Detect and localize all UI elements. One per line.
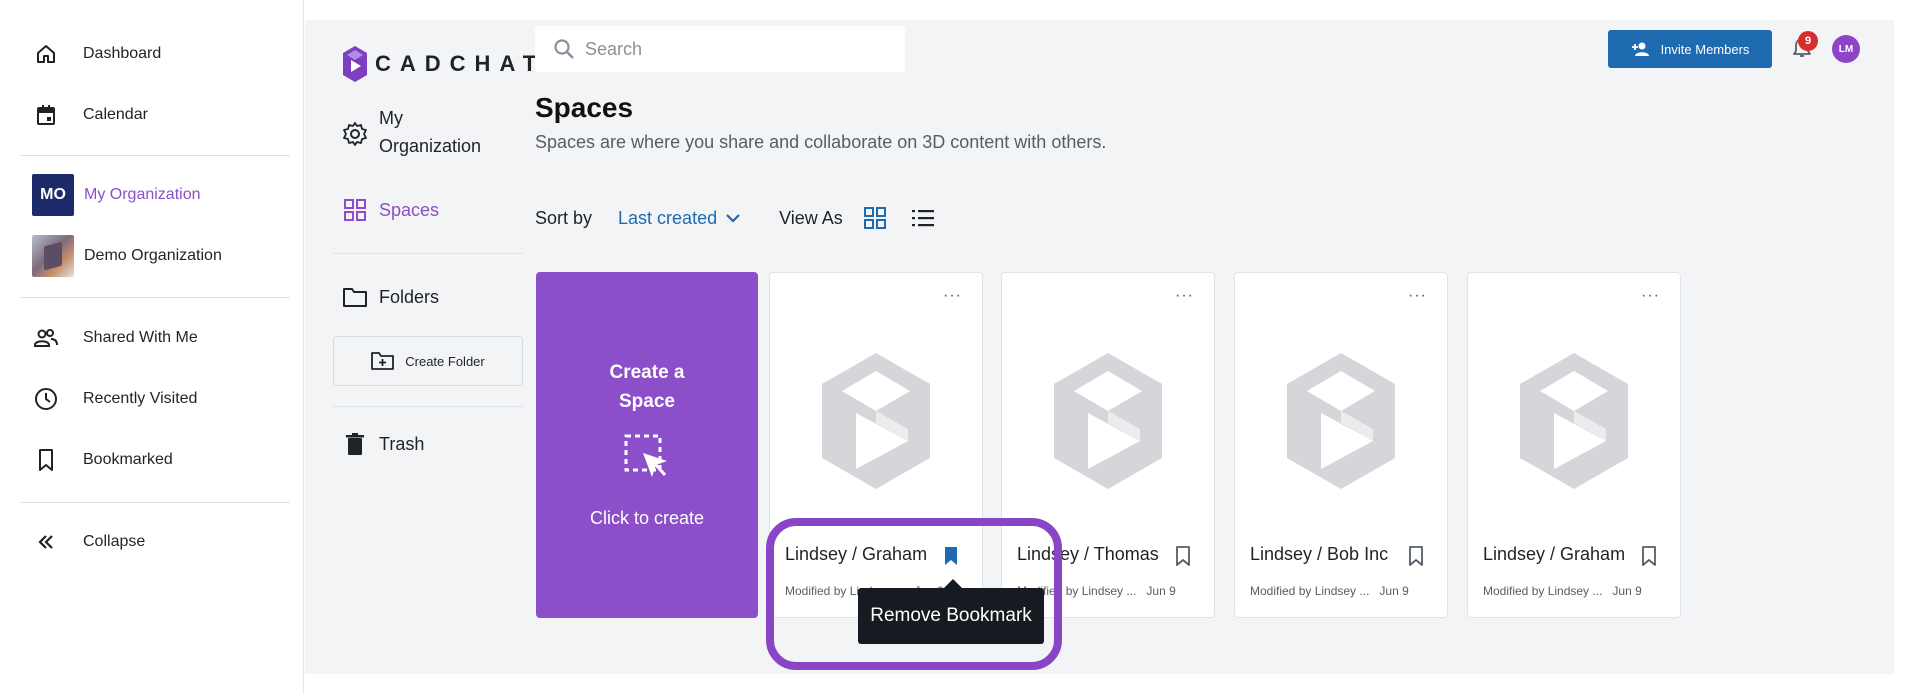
more-options-icon[interactable]: ··· — [1408, 287, 1427, 305]
sort-value: Last created — [618, 207, 718, 228]
grid-view-button[interactable] — [863, 206, 887, 230]
bookmark-icon — [32, 446, 60, 474]
space-meta: Modified by Lindsey ... Jun 9 — [1250, 584, 1440, 598]
grid-view-icon — [863, 207, 886, 229]
grid-icon — [341, 196, 369, 224]
create-space-title-line: Create a — [609, 362, 685, 383]
modified-date: Jun 9 — [1379, 584, 1409, 598]
sidebar-divider — [20, 502, 290, 503]
brand-logo[interactable]: CADCHAT — [343, 46, 545, 82]
trash-icon — [341, 430, 369, 458]
space-thumbnail-icon — [1285, 351, 1397, 496]
page-title: Spaces — [535, 92, 634, 123]
sidebar-item-calendar[interactable]: Calendar — [32, 95, 148, 135]
nav-item-label: Trash — [379, 433, 425, 454]
nav-item-label: My Organization — [379, 108, 482, 156]
view-as-label: View As — [779, 207, 843, 228]
list-view-button[interactable] — [911, 207, 935, 229]
nav-item-my-organization[interactable]: My Organization — [341, 104, 489, 160]
calendar-icon — [32, 101, 60, 129]
create-space-subtitle: Click to create — [589, 508, 705, 528]
space-meta: Modified by Lindsey ... Jun 9 — [1483, 584, 1673, 598]
notification-count-badge: 9 — [1798, 31, 1818, 51]
sidebar-item-label: Collapse — [83, 533, 146, 550]
add-person-icon — [1631, 41, 1651, 57]
nav-divider — [333, 406, 523, 407]
clock-icon — [32, 385, 60, 413]
sidebar-item-collapse[interactable]: Collapse — [32, 522, 145, 562]
sort-dropdown[interactable]: Last created — [618, 208, 741, 229]
gear-icon — [341, 120, 369, 148]
space-thumbnail-icon — [1518, 351, 1630, 496]
sidebar-item-dashboard[interactable]: Dashboard — [32, 34, 161, 74]
double-chevron-left-icon — [32, 528, 60, 556]
nav-item-label: Folders — [379, 286, 440, 307]
space-card[interactable]: ··· Lindsey / Graham Modified by Lindsey… — [1467, 272, 1681, 618]
invite-members-label: Invite Members — [1660, 41, 1750, 57]
sort-label: Sort by — [535, 207, 593, 228]
search-bar[interactable] — [535, 26, 905, 72]
create-space-title: Create a Space — [536, 358, 758, 416]
people-icon — [32, 324, 60, 352]
sidebar-item-my-organization[interactable]: MO My Organization — [32, 174, 201, 216]
nav-item-label: Spaces — [379, 199, 440, 220]
sidebar-item-demo-organization[interactable]: Demo Organization — [32, 235, 222, 277]
chevron-down-icon — [725, 213, 741, 223]
home-icon — [32, 40, 60, 68]
space-thumbnail-icon — [1052, 351, 1164, 496]
folder-plus-icon — [371, 351, 395, 371]
modified-by: Modified by Lindsey ... — [1250, 584, 1370, 598]
nav-item-trash[interactable]: Trash — [341, 430, 424, 458]
remove-bookmark-tooltip: Remove Bookmark — [858, 579, 1044, 644]
space-name: Lindsey / Graham — [1483, 544, 1626, 564]
nav-item-folders[interactable]: Folders — [341, 283, 439, 311]
brand-name: CADCHAT — [375, 51, 546, 76]
sidebar-item-label: Demo Organization — [84, 247, 222, 264]
nav-item-spaces[interactable]: Spaces — [341, 196, 439, 224]
user-avatar[interactable]: LM — [1832, 35, 1860, 63]
space-name: Lindsey / Bob Inc — [1250, 544, 1389, 564]
more-options-icon[interactable]: ··· — [943, 287, 962, 305]
select-cursor-icon — [623, 433, 671, 486]
sidebar-item-bookmarked[interactable]: Bookmarked — [32, 440, 173, 480]
org-badge: MO — [32, 174, 74, 216]
modified-by: Modified by Lindsey ... — [1483, 584, 1603, 598]
sidebar-divider — [20, 297, 290, 298]
create-space-title-line: Space — [619, 391, 675, 412]
org-thumbnail — [32, 235, 74, 277]
sidebar-item-label: Recently Visited — [83, 390, 198, 407]
nav-divider — [333, 253, 523, 254]
sidebar: Dashboard Calendar MO My Organization De… — [0, 0, 304, 694]
bookmark-outline-icon[interactable] — [1640, 545, 1658, 567]
app-root: Dashboard Calendar MO My Organization De… — [0, 0, 1914, 694]
sidebar-item-label: Calendar — [83, 106, 148, 123]
sort-view-toolbar: Sort by Last created View As — [535, 206, 935, 230]
create-folder-button[interactable]: Create Folder — [333, 336, 523, 386]
page-subtitle: Spaces are where you share and collabora… — [535, 132, 1107, 152]
more-options-icon[interactable]: ··· — [1641, 287, 1660, 305]
secondary-nav: CADCHAT My Organization Spaces Folders C… — [305, 20, 536, 674]
space-card[interactable]: ··· Lindsey / Bob Inc Modified by Lindse… — [1234, 272, 1448, 618]
list-view-icon — [911, 210, 934, 227]
sidebar-item-recently-visited[interactable]: Recently Visited — [32, 379, 197, 419]
bookmark-outline-icon[interactable] — [1407, 545, 1425, 567]
sidebar-item-shared-with-me[interactable]: Shared With Me — [32, 318, 198, 358]
more-options-icon[interactable]: ··· — [1175, 287, 1194, 305]
search-icon — [553, 38, 575, 60]
cadchat-logo-icon — [343, 46, 367, 82]
sidebar-divider — [20, 155, 290, 156]
sidebar-item-label: Dashboard — [83, 45, 162, 62]
create-folder-label: Create Folder — [405, 353, 485, 369]
invite-members-button[interactable]: Invite Members — [1608, 30, 1772, 68]
modified-date: Jun 9 — [1146, 584, 1176, 598]
sidebar-item-label: My Organization — [84, 186, 201, 203]
space-thumbnail-icon — [820, 351, 932, 496]
bookmark-outline-icon[interactable] — [1174, 545, 1192, 567]
folder-icon — [341, 283, 369, 311]
modified-date: Jun 9 — [1612, 584, 1642, 598]
create-space-card[interactable]: Create a Space Click to create — [536, 272, 758, 618]
search-input[interactable] — [585, 38, 885, 60]
sidebar-item-label: Shared With Me — [83, 329, 198, 346]
sidebar-item-label: Bookmarked — [83, 451, 173, 468]
